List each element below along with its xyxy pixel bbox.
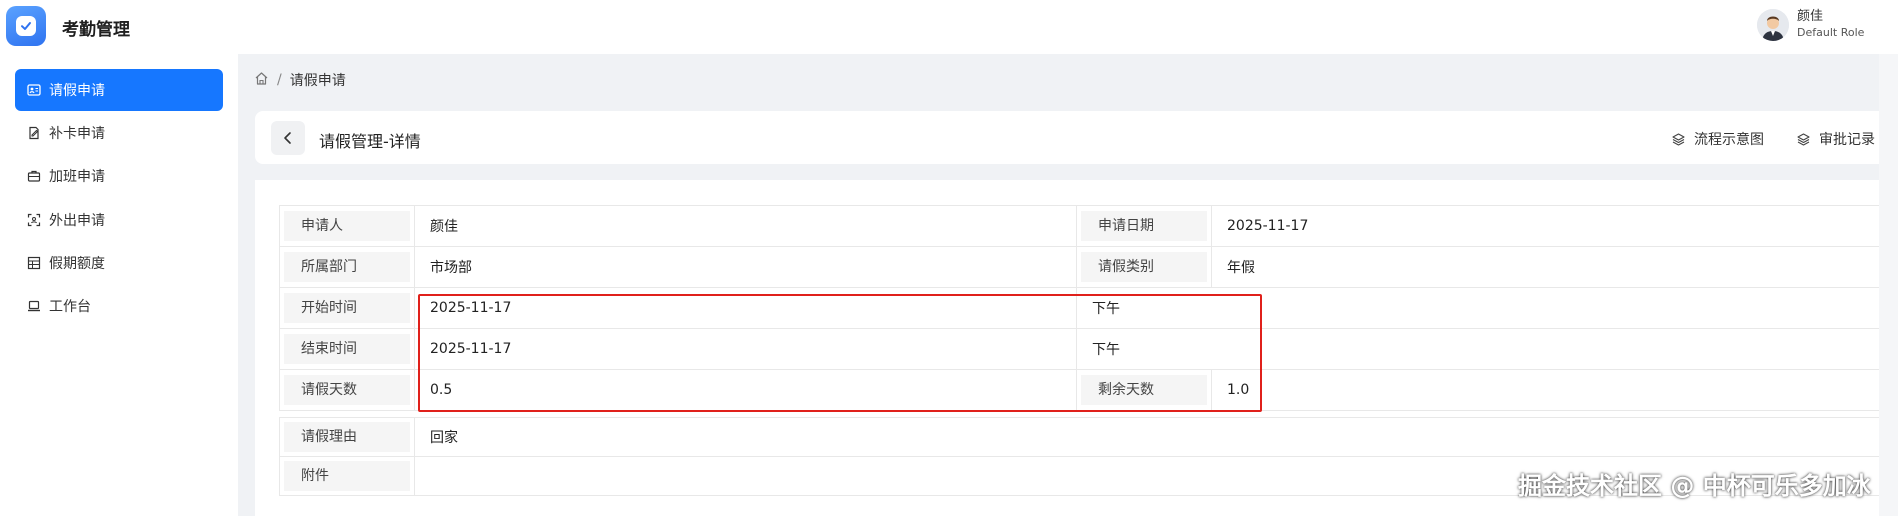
dept-value: 市场部	[414, 246, 1077, 288]
reason-label: 请假理由	[284, 422, 410, 452]
approval-records-button[interactable]: 审批记录	[1796, 129, 1875, 149]
page-title: 请假管理-详情	[319, 132, 421, 151]
sidebar-item-card-apply[interactable]: 补卡申请	[15, 112, 223, 154]
sidebar-item-outing-apply[interactable]: 外出申请	[15, 199, 223, 241]
approval-records-label: 审批记录	[1819, 132, 1875, 148]
applicant-value: 颜佳	[414, 205, 1077, 247]
laptop-icon	[27, 299, 41, 313]
user-role: Default Role	[1797, 26, 1865, 39]
dept-label: 所属部门	[284, 252, 410, 282]
table-row: 请假理由 回家	[279, 417, 1880, 457]
sidebar-item-leave-apply[interactable]: 请假申请	[15, 69, 223, 111]
table-row: 申请人 颜佳 申请日期 2025-11-17	[279, 205, 1880, 247]
end-time-label: 结束时间	[284, 334, 410, 364]
breadcrumb: / 请假申请	[254, 70, 346, 90]
sidebar-item-label: 补卡申请	[49, 126, 105, 142]
sidebar-item-label: 外出申请	[49, 213, 105, 229]
attachment-label: 附件	[284, 461, 410, 491]
apply-date-label: 申请日期	[1081, 211, 1207, 241]
reason-value: 回家	[414, 417, 1880, 457]
remaining-days-value: 1.0	[1211, 369, 1880, 411]
leave-type-label: 请假类别	[1081, 252, 1207, 282]
applicant-label: 申请人	[284, 211, 410, 241]
sidebar-item-label: 加班申请	[49, 169, 105, 185]
id-card-icon	[27, 83, 41, 97]
scan-icon	[27, 213, 41, 227]
sidebar-item-label: 假期额度	[49, 256, 105, 272]
sidebar-item-label: 工作台	[49, 299, 91, 315]
sidebar: 请假申请 补卡申请 加班申请 外出申请 假期额度 工作台	[0, 54, 238, 516]
user-name: 颜佳	[1797, 9, 1824, 24]
scrollbar-track[interactable]	[1879, 54, 1898, 516]
back-button[interactable]	[271, 121, 305, 155]
sidebar-item-label: 请假申请	[49, 83, 105, 99]
highlight-box	[418, 294, 1262, 412]
sidebar-item-workbench[interactable]: 工作台	[15, 285, 223, 327]
avatar	[1757, 9, 1789, 41]
home-icon[interactable]	[254, 71, 269, 90]
leave-type-value: 年假	[1211, 246, 1880, 288]
layers-icon	[1797, 132, 1810, 146]
app-title: 考勤管理	[62, 20, 130, 40]
leave-days-label: 请假天数	[284, 375, 410, 405]
user-menu[interactable]: 颜佳 Default Role	[1757, 9, 1864, 41]
table-icon	[27, 256, 41, 270]
table-row: 所属部门 市场部 请假类别 年假	[279, 246, 1880, 288]
apply-date-value: 2025-11-17	[1211, 205, 1880, 247]
flow-diagram-label: 流程示意图	[1694, 132, 1764, 148]
top-header: 考勤管理 颜佳 Default Role	[0, 0, 1898, 54]
flow-diagram-button[interactable]: 流程示意图	[1671, 129, 1764, 149]
layers-icon	[1672, 132, 1685, 146]
check-icon	[16, 16, 36, 36]
app-logo[interactable]	[6, 6, 46, 46]
sidebar-item-leave-quota[interactable]: 假期额度	[15, 242, 223, 284]
edit-doc-icon	[27, 126, 41, 140]
sidebar-item-overtime-apply[interactable]: 加班申请	[15, 155, 223, 197]
detail-header: 请假管理-详情 流程示意图 审批记录	[255, 111, 1898, 164]
breadcrumb-separator: /	[277, 72, 282, 88]
start-time-label: 开始时间	[284, 293, 410, 323]
breadcrumb-current: 请假申请	[289, 73, 346, 89]
watermark: 掘金技术社区 @ 中杯可乐多加冰	[1518, 472, 1871, 500]
chevron-left-icon	[284, 132, 291, 144]
briefcase-icon	[27, 169, 41, 183]
